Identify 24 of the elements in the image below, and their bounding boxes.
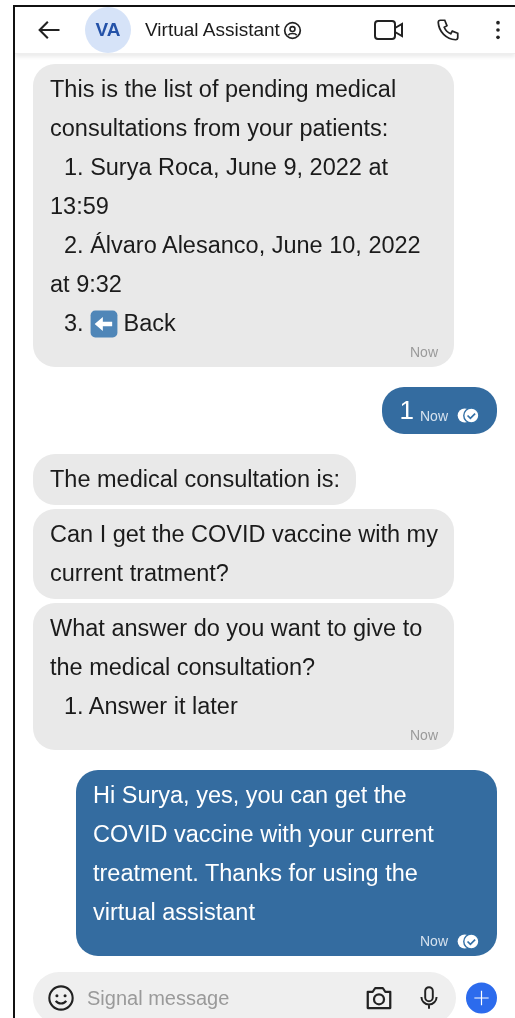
list-option: 2. Álvaro Alesanco, June 10, 2022 at 9:32 (50, 226, 438, 304)
message-text: Can I get the COVID vaccine with my current tratment? (50, 520, 438, 588)
timestamp: Now (420, 407, 448, 424)
timestamp: Now (410, 344, 438, 360)
message-text: What answer do you want to give to the medical consultation? (50, 614, 424, 682)
avatar[interactable]: VA (85, 7, 131, 53)
list-option: 1. Surya Roca, June 9, 2022 at 13:59 (50, 148, 438, 226)
emoji-icon[interactable] (47, 984, 75, 1012)
option-label: Back (123, 309, 176, 338)
timestamp: Now (410, 727, 438, 743)
phone-icon[interactable] (435, 17, 461, 43)
message-text: Hi Surya, yes, you can get the COVID vaccine with your current treatment. Thanks for using the virtual assistant (93, 781, 435, 927)
message-text: The medical consultation is: (50, 465, 340, 494)
option-number: 3. (64, 309, 84, 338)
video-call-icon[interactable] (373, 18, 405, 42)
timestamp: Now (420, 933, 448, 949)
message-text: This is the list of pending medical consultations from your patients: (50, 75, 398, 143)
profile-icon (282, 20, 302, 40)
contact-name[interactable]: Virtual Assistant (145, 19, 280, 41)
message-text-input[interactable]: Signal message (85, 985, 354, 1011)
message-input[interactable]: Signal message (33, 972, 456, 1018)
message-text: 1 (399, 394, 414, 427)
more-menu-icon[interactable] (495, 19, 501, 41)
list-option: 1. Answer it later (50, 687, 438, 726)
